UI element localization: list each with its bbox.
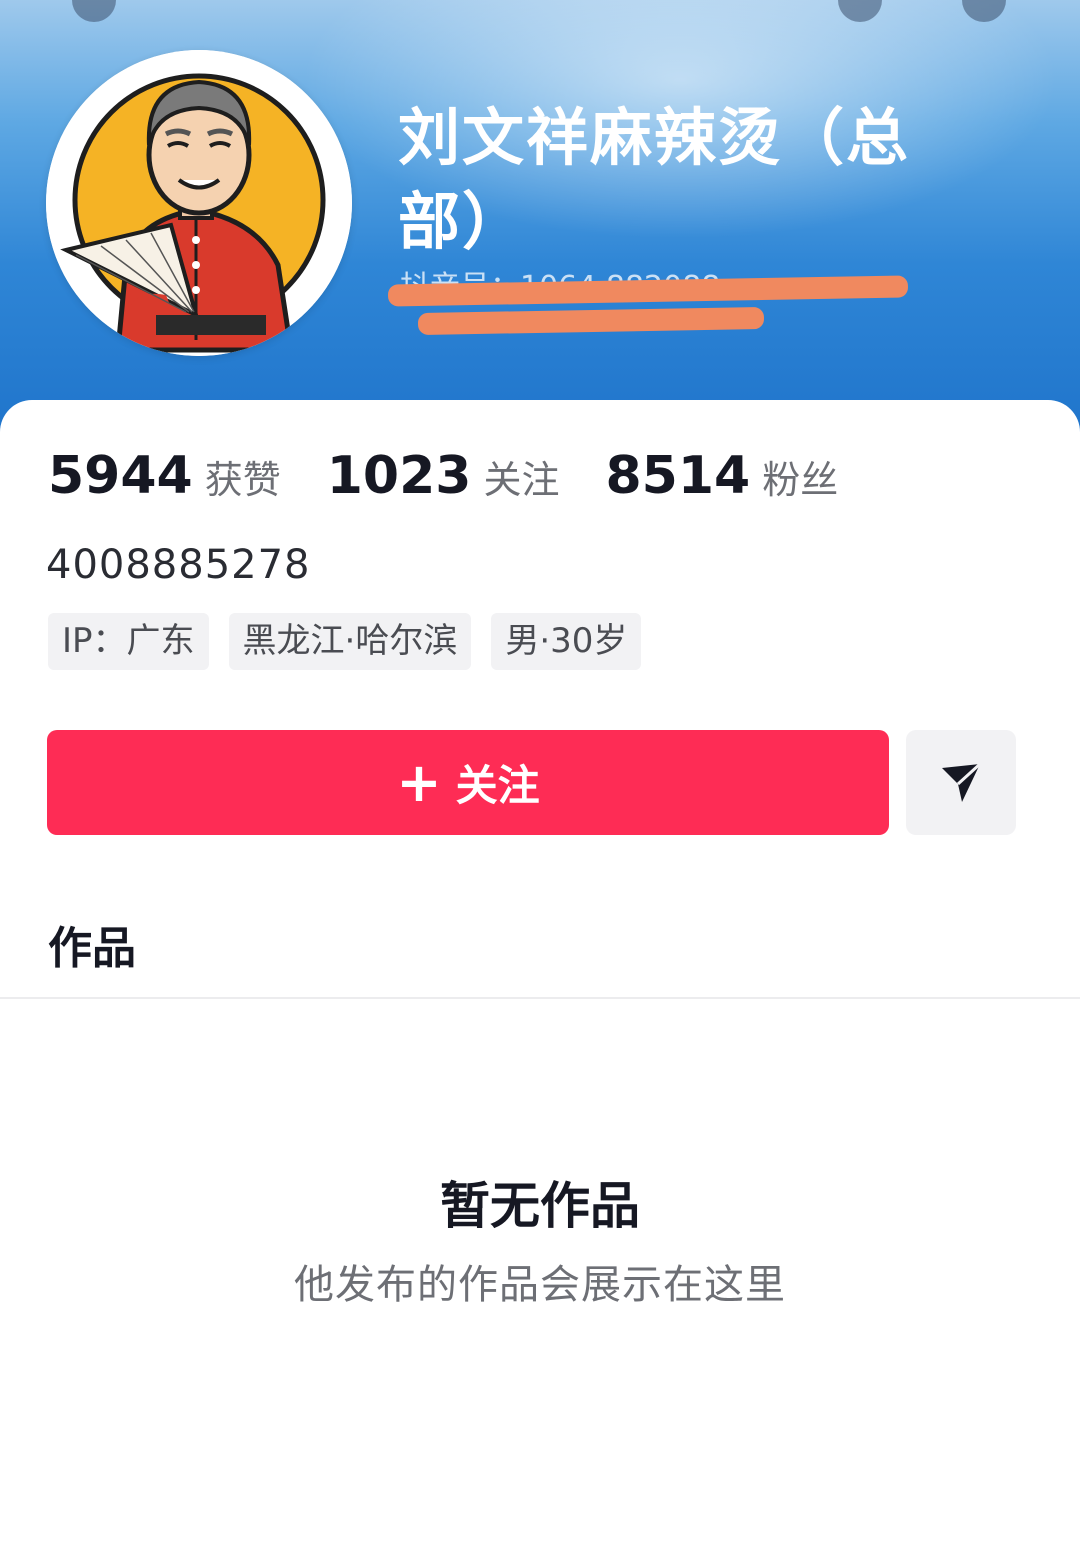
stat-following-label: 关注: [483, 458, 560, 502]
follow-button[interactable]: + 关注: [47, 730, 889, 835]
profile-name: 刘文祥麻辣烫（总部）: [398, 101, 911, 258]
bio-phone: 4008885278: [46, 542, 311, 588]
stat-followers[interactable]: 8514 粉丝: [606, 446, 839, 506]
message-button[interactable]: [906, 730, 1016, 835]
status-bar-dot: [72, 0, 116, 22]
stat-following[interactable]: 1023 关注: [327, 446, 560, 506]
send-icon: [942, 762, 982, 802]
empty-state-title: 暂无作品: [440, 1177, 640, 1235]
stat-followers-value: 8514: [605, 446, 751, 506]
profile-page: 刘文祥麻辣烫（总部） 抖音号：1064 882088 5944 获赞 1023 …: [0, 0, 1080, 1556]
tag-gender-age: 男·30岁: [491, 613, 642, 670]
stat-likes-label: 获赞: [204, 458, 281, 502]
avatar-illustration: [46, 50, 352, 356]
avatar[interactable]: [46, 50, 352, 356]
stat-likes-value: 5944: [48, 446, 193, 506]
plus-icon: +: [396, 750, 442, 814]
tag-ip: IP：广东: [48, 613, 209, 670]
empty-state-subtitle: 他发布的作品会展示在这里: [294, 1262, 786, 1308]
profile-header: 刘文祥麻辣烫（总部） 抖音号：1064 882088: [0, 0, 1080, 440]
stat-followers-label: 粉丝: [762, 458, 839, 502]
tab-works[interactable]: 作品: [48, 912, 136, 976]
stats-row: 5944 获赞 1023 关注 8514 粉丝: [48, 446, 838, 516]
stat-likes[interactable]: 5944 获赞: [48, 446, 281, 506]
redaction-mark: [417, 306, 765, 336]
profile-card: 5944 获赞 1023 关注 8514 粉丝 4008885278 IP：广东…: [0, 400, 1080, 1556]
divider: [0, 997, 1080, 999]
follow-button-label: 关注: [455, 761, 540, 810]
tag-location: 黑龙江·哈尔滨: [228, 613, 472, 670]
profile-tags: IP：广东 黑龙江·哈尔滨 男·30岁: [48, 613, 642, 670]
stat-following-value: 1023: [326, 446, 472, 506]
